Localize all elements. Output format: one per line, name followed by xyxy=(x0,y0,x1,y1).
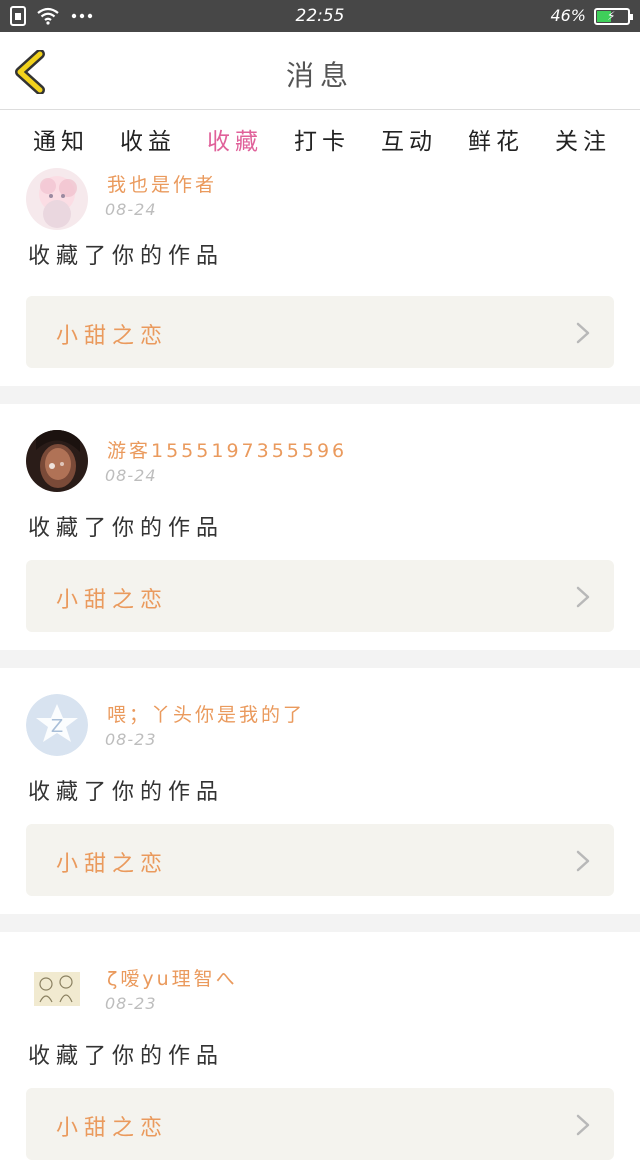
action-text: 收藏了你的作品 xyxy=(28,244,225,269)
action-text: 收藏了你的作品 xyxy=(28,780,225,805)
work-title: 小甜之恋 xyxy=(56,1116,169,1141)
username[interactable]: 游客1555197355596 xyxy=(107,436,347,463)
username[interactable]: ζ嗳yu理智へ xyxy=(107,964,238,991)
feed-card: 我也是作者 08-24 收藏了你的作品 小甜之恋 xyxy=(0,158,640,386)
tab-label: 打卡 xyxy=(294,129,350,155)
card-separator xyxy=(0,650,640,668)
nav-bar: 消息 xyxy=(0,32,640,110)
feed-card: 游客1555197355596 08-24 收藏了你的作品 小甜之恋 xyxy=(0,404,640,650)
work-link[interactable]: 小甜之恋 xyxy=(26,824,614,896)
tab-label: 鲜花 xyxy=(468,129,524,155)
card-separator xyxy=(0,914,640,932)
work-title: 小甜之恋 xyxy=(56,324,169,349)
date: 08-24 xyxy=(105,200,157,219)
username[interactable]: 喂；丫头你是我的了 xyxy=(107,700,305,727)
qq-default-avatar[interactable]: Z xyxy=(26,694,88,756)
feed-card: Z 喂；丫头你是我的了 08-23 收藏了你的作品 小甜之恋 xyxy=(0,668,640,914)
tab-label: 收藏 xyxy=(207,129,263,155)
tab-label: 收益 xyxy=(120,129,176,155)
chevron-right-icon xyxy=(576,586,590,608)
feed-card: ζ嗳yu理智へ 08-23 收藏了你的作品 小甜之恋 xyxy=(0,932,640,1160)
status-time: 22:55 xyxy=(295,6,345,26)
work-link[interactable]: 小甜之恋 xyxy=(26,1088,614,1160)
action-text: 收藏了你的作品 xyxy=(28,1044,225,1069)
chevron-right-icon xyxy=(576,850,590,872)
work-link[interactable]: 小甜之恋 xyxy=(26,560,614,632)
photo-avatar[interactable] xyxy=(26,430,88,492)
tab-label: 关注 xyxy=(555,129,611,155)
battery-percent: 46% xyxy=(550,6,586,25)
username[interactable]: 我也是作者 xyxy=(107,170,217,197)
date: 08-23 xyxy=(105,994,157,1013)
svg-text:Z: Z xyxy=(51,716,63,737)
sketch-avatar[interactable] xyxy=(26,958,88,1020)
work-title: 小甜之恋 xyxy=(56,852,169,877)
charging-bolt-icon: ⚡ xyxy=(607,9,616,23)
chevron-right-icon xyxy=(576,322,590,344)
battery-charging-icon: ⚡ xyxy=(594,8,633,25)
page-title: 消息 xyxy=(285,59,354,92)
tab-label: 互动 xyxy=(381,129,437,155)
date: 08-24 xyxy=(105,466,157,485)
card-separator xyxy=(0,386,640,404)
date: 08-23 xyxy=(105,730,157,749)
anime-girl-avatar[interactable] xyxy=(26,168,88,230)
action-text: 收藏了你的作品 xyxy=(28,516,225,541)
work-title: 小甜之恋 xyxy=(56,588,169,613)
tab-label: 通知 xyxy=(33,129,89,155)
work-link[interactable]: 小甜之恋 xyxy=(26,296,614,368)
status-bar: 22:55 46% ⚡ xyxy=(0,0,640,32)
chevron-right-icon xyxy=(576,1114,590,1136)
